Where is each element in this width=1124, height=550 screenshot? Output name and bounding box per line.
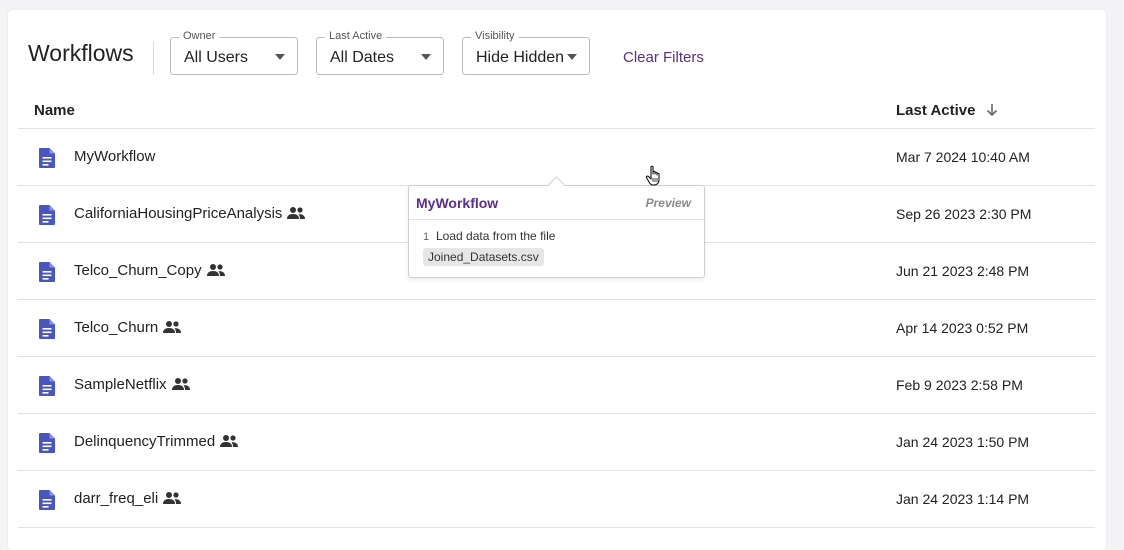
column-header-last-active-label: Last Active bbox=[896, 102, 976, 119]
table-row[interactable]: darr_freq_eli Jan 24 2023 1:14 PM bbox=[18, 471, 1095, 528]
chevron-down-icon bbox=[421, 54, 431, 60]
document-icon bbox=[38, 318, 56, 345]
document-icon bbox=[38, 375, 56, 402]
arrow-down-icon bbox=[986, 103, 998, 121]
workflow-name[interactable]: darr_freq_eli bbox=[74, 490, 182, 509]
workflow-name-label: darr_freq_eli bbox=[74, 490, 159, 507]
last-active-filter-value: All Dates bbox=[330, 49, 395, 66]
owner-filter-label: Owner bbox=[179, 30, 220, 42]
popover-file-chip: Joined_Datasets.csv bbox=[423, 248, 544, 266]
last-active-date: Feb 9 2023 2:58 PM bbox=[896, 377, 1023, 393]
table-row[interactable]: DelinquencyTrimmed Jan 24 2023 1:50 PM bbox=[18, 414, 1095, 471]
visibility-filter[interactable]: Visibility Hide Hidden bbox=[462, 30, 590, 75]
chevron-down-icon bbox=[567, 54, 577, 60]
workflow-name[interactable]: DelinquencyTrimmed bbox=[74, 433, 239, 452]
people-icon bbox=[171, 377, 191, 395]
page-title: Workflows bbox=[28, 40, 134, 66]
document-icon bbox=[38, 261, 56, 288]
visibility-filter-label: Visibility bbox=[471, 30, 519, 42]
workflow-name-label: Telco_Churn bbox=[74, 319, 159, 336]
workflow-name[interactable]: Telco_Churn_Copy bbox=[74, 262, 226, 281]
workflow-name[interactable]: CaliforniaHousingPriceAnalysis bbox=[74, 205, 306, 224]
workflow-name-label: CaliforniaHousingPriceAnalysis bbox=[74, 205, 283, 222]
last-active-date: Apr 14 2023 0:52 PM bbox=[896, 320, 1029, 336]
last-active-date: Jun 21 2023 2:48 PM bbox=[896, 263, 1030, 279]
last-active-date: Jan 24 2023 1:14 PM bbox=[896, 491, 1030, 507]
document-icon bbox=[38, 489, 56, 516]
chevron-down-icon bbox=[275, 54, 285, 60]
people-icon bbox=[219, 434, 239, 452]
last-active-filter[interactable]: Last Active All Dates bbox=[316, 30, 444, 75]
owner-filter-value: All Users bbox=[184, 49, 249, 66]
popover-step-text: Load data from the file bbox=[436, 229, 556, 243]
hand-pointer-icon bbox=[645, 165, 663, 192]
workflow-name[interactable]: MyWorkflow bbox=[74, 148, 155, 165]
workflow-name[interactable]: SampleNetflix bbox=[74, 376, 191, 395]
last-active-date: Sep 26 2023 2:30 PM bbox=[896, 206, 1032, 222]
workflow-preview-popover: MyWorkflow Preview 1 Load data from the … bbox=[408, 176, 705, 278]
people-icon bbox=[162, 491, 182, 509]
people-icon bbox=[206, 263, 226, 281]
title-divider bbox=[153, 41, 154, 75]
people-icon bbox=[286, 206, 306, 224]
document-icon bbox=[38, 147, 56, 174]
column-header-last-active[interactable]: Last Active bbox=[896, 102, 998, 121]
popover-step-number: 1 bbox=[423, 231, 430, 243]
workflow-name[interactable]: Telco_Churn bbox=[74, 319, 182, 338]
people-icon bbox=[162, 320, 182, 338]
table-row[interactable]: SampleNetflix Feb 9 2023 2:58 PM bbox=[18, 357, 1095, 414]
owner-filter[interactable]: Owner All Users bbox=[170, 30, 298, 75]
workflow-name-label: DelinquencyTrimmed bbox=[74, 433, 216, 450]
column-header-name[interactable]: Name bbox=[34, 102, 75, 119]
document-icon bbox=[38, 204, 56, 231]
last-active-date: Mar 7 2024 10:40 AM bbox=[896, 149, 1030, 165]
clear-filters-button[interactable]: Clear Filters bbox=[623, 49, 704, 66]
workflow-name-label: SampleNetflix bbox=[74, 376, 167, 393]
popover-title[interactable]: MyWorkflow bbox=[416, 195, 498, 211]
workflow-name-label: Telco_Churn_Copy bbox=[74, 262, 202, 279]
table-header: Name Last Active bbox=[18, 96, 1095, 129]
table-row[interactable]: Telco_Churn Apr 14 2023 0:52 PM bbox=[18, 300, 1095, 357]
popover-preview-label: Preview bbox=[645, 196, 691, 210]
last-active-date: Jan 24 2023 1:50 PM bbox=[896, 434, 1030, 450]
visibility-filter-value: Hide Hidden bbox=[476, 49, 565, 66]
document-icon bbox=[38, 432, 56, 459]
workflows-panel: Workflows Owner All Users Last Active Al… bbox=[8, 10, 1106, 550]
last-active-filter-label: Last Active bbox=[325, 30, 387, 42]
workflow-name-label: MyWorkflow bbox=[74, 148, 156, 165]
